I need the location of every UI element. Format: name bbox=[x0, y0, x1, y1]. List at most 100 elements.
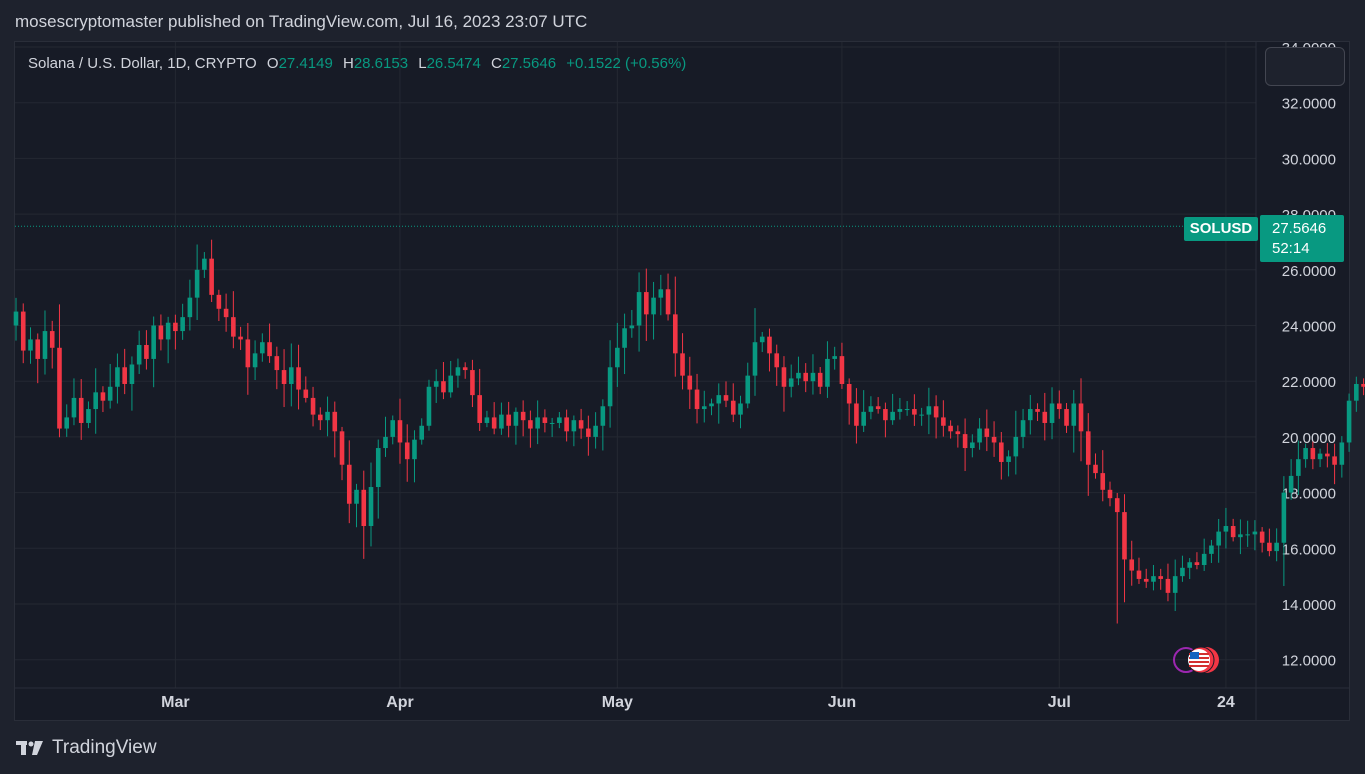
candle-body bbox=[390, 420, 396, 437]
candle-body bbox=[1114, 498, 1120, 513]
candle-body bbox=[854, 403, 859, 426]
candle-body bbox=[586, 428, 591, 437]
candle-body bbox=[484, 417, 490, 423]
candle-body bbox=[1143, 578, 1149, 582]
y-tick-label: 24.0000 bbox=[1282, 319, 1336, 336]
candle-body bbox=[64, 417, 70, 429]
candle-body bbox=[1158, 576, 1164, 579]
candle-body bbox=[868, 406, 874, 412]
candle-body bbox=[1325, 453, 1330, 457]
candle-body bbox=[13, 311, 19, 326]
candle-body bbox=[600, 406, 606, 426]
candle-body bbox=[1107, 489, 1113, 499]
candle-body bbox=[180, 317, 185, 332]
candle-body bbox=[926, 406, 932, 415]
candle-body bbox=[941, 417, 946, 426]
candle-body bbox=[1187, 562, 1192, 568]
candle-body bbox=[136, 344, 142, 365]
candle-body bbox=[912, 409, 917, 415]
candle-body bbox=[1085, 431, 1091, 465]
candle-body bbox=[1165, 578, 1171, 593]
candle-body bbox=[1013, 436, 1019, 457]
candle-body bbox=[491, 417, 497, 429]
x-tick-label: Apr bbox=[386, 694, 414, 711]
high-value: 28.6153 bbox=[353, 55, 409, 72]
tradingview-logo-icon bbox=[16, 741, 43, 755]
candle-body bbox=[303, 389, 309, 398]
candle-body bbox=[607, 367, 613, 407]
candle-body bbox=[1245, 534, 1250, 536]
candle-body bbox=[991, 436, 997, 443]
candle-body bbox=[716, 395, 722, 404]
tradingview-logo[interactable]: TradingView bbox=[16, 737, 157, 759]
candle-body bbox=[774, 353, 780, 368]
candle-body bbox=[1042, 411, 1048, 423]
tradingview-brand: TradingView bbox=[52, 737, 157, 758]
candle-body bbox=[57, 347, 62, 429]
candle-body bbox=[723, 395, 729, 401]
candle-body bbox=[1129, 559, 1135, 571]
candle-body bbox=[875, 406, 881, 410]
candle-body bbox=[933, 406, 939, 418]
candle-body bbox=[810, 372, 816, 382]
candle-body bbox=[1274, 542, 1279, 552]
candle-body bbox=[122, 367, 127, 384]
candle-body bbox=[1281, 492, 1287, 543]
candlestick-chart[interactable]: 12.000014.000016.000018.000020.000022.00… bbox=[0, 0, 1365, 774]
candle-body bbox=[477, 395, 482, 423]
candle-body bbox=[187, 297, 193, 318]
candle-body bbox=[593, 425, 598, 437]
candle-body bbox=[455, 367, 461, 376]
candle-body bbox=[397, 420, 403, 443]
candle-body bbox=[904, 409, 910, 411]
candle-body bbox=[825, 358, 830, 387]
close-value: 27.5646 bbox=[501, 55, 557, 72]
us-flag-event-icon[interactable] bbox=[1170, 645, 1222, 675]
candle-body bbox=[752, 342, 758, 376]
candle-body bbox=[651, 297, 656, 315]
candle-body bbox=[1230, 526, 1236, 538]
low-value: 26.5474 bbox=[426, 55, 481, 72]
candle-body bbox=[680, 353, 685, 376]
candle-body bbox=[1252, 531, 1258, 535]
candle-body bbox=[948, 425, 953, 432]
candle-body bbox=[549, 422, 555, 424]
candle-body bbox=[462, 367, 468, 371]
candle-body bbox=[999, 442, 1004, 462]
candle-body bbox=[151, 325, 156, 359]
candle-body bbox=[310, 397, 316, 415]
candle-body bbox=[86, 409, 91, 423]
candle-body bbox=[419, 425, 425, 440]
candle-body bbox=[325, 411, 330, 421]
candle-body bbox=[542, 417, 548, 423]
candle-body bbox=[1303, 448, 1308, 460]
candle-body bbox=[817, 372, 823, 387]
candle-body bbox=[962, 434, 968, 449]
candle-body bbox=[274, 356, 280, 371]
toolbar-box[interactable] bbox=[1265, 47, 1345, 86]
candle-body bbox=[267, 342, 272, 357]
candle-body bbox=[346, 464, 352, 504]
candle-body bbox=[1194, 562, 1200, 566]
candle-body bbox=[1346, 400, 1352, 443]
candle-body bbox=[839, 356, 845, 384]
candle-body bbox=[1020, 420, 1026, 437]
x-tick-label: Jun bbox=[828, 694, 856, 711]
open-value: 27.4149 bbox=[278, 55, 333, 72]
candle-body bbox=[1238, 534, 1243, 538]
candle-body bbox=[412, 439, 417, 460]
candle-body bbox=[252, 353, 258, 368]
candle-body bbox=[1339, 442, 1345, 465]
candle-body bbox=[759, 336, 765, 343]
candle-body bbox=[897, 409, 903, 412]
candle-body bbox=[730, 400, 736, 415]
ohlc-legend: Solana / U.S. Dollar, 1D, CRYPTO O27.414… bbox=[28, 55, 686, 72]
candle-body bbox=[231, 317, 236, 337]
candle-body bbox=[20, 311, 26, 351]
candle-body bbox=[1064, 409, 1069, 426]
x-tick-label: 24 bbox=[1217, 694, 1235, 711]
candle-body bbox=[339, 431, 345, 465]
candle-body bbox=[470, 370, 475, 396]
candle-body bbox=[796, 372, 801, 379]
candle-body bbox=[1172, 576, 1178, 593]
